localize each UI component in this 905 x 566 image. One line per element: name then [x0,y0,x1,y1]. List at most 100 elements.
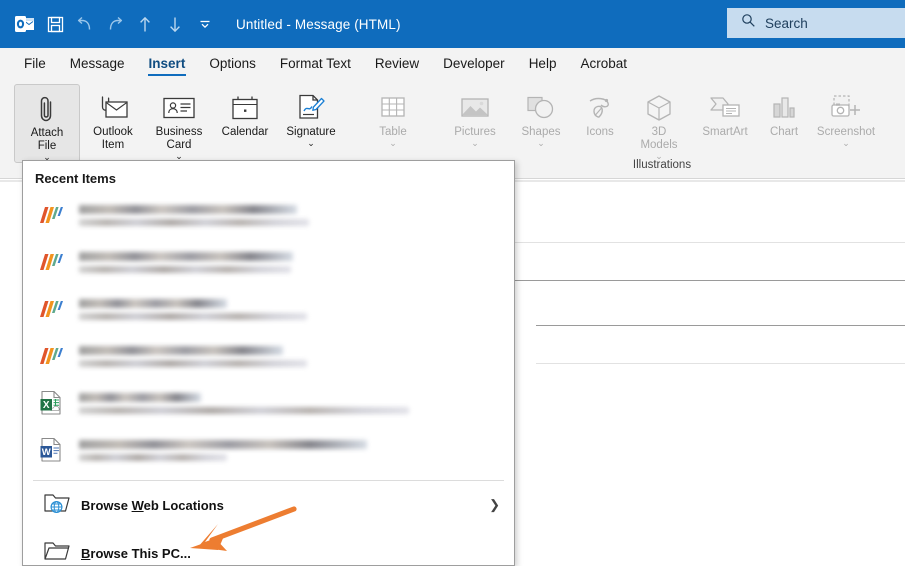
tab-review[interactable]: Review [363,48,431,79]
recent-item-name-redacted [79,205,297,214]
chart-icon [771,90,797,126]
title-bar: Untitled - Message (HTML) Search [0,0,905,48]
smartsheet-icon [39,298,79,322]
tab-format-text[interactable]: Format Text [268,48,363,79]
tab-help[interactable]: Help [517,48,569,79]
excel-file-icon: X [39,390,79,417]
attach-file-label: Attach File [30,127,64,152]
recent-item-path-redacted [79,266,291,273]
tab-developer[interactable]: Developer [431,48,517,79]
search-input[interactable]: Search [727,8,905,38]
previous-item-icon[interactable] [130,9,160,39]
attach-outlook-item-icon [96,90,130,126]
window-title: Untitled - Message (HTML) [236,16,401,32]
screenshot-icon [830,90,862,126]
icons-button[interactable]: Icons [574,84,626,156]
smartsheet-icon [39,204,79,228]
attach-file-dropdown-menu: Recent Items X W Browse Web Locations ❯ … [22,160,515,566]
tab-acrobat[interactable]: Acrobat [568,48,639,79]
table-icon [380,90,406,126]
search-placeholder-text: Search [765,15,808,31]
recent-item-texts [79,393,409,414]
recent-item[interactable]: W [23,427,514,474]
table-button[interactable]: Table ⌄ [360,84,426,156]
screenshot-button[interactable]: Screenshot ⌄ [810,84,882,156]
3d-models-button[interactable]: 3D Models ⌄ [626,84,692,161]
chart-button[interactable]: Chart [758,84,810,156]
save-icon[interactable] [40,9,70,39]
word-file-icon: W [39,437,79,464]
recent-item-name-redacted [79,393,201,402]
recent-item-texts [79,252,293,273]
next-item-icon[interactable] [160,9,190,39]
icons-icon [586,90,614,126]
redo-icon[interactable] [100,9,130,39]
chart-label: Chart [769,126,799,138]
chevron-down-icon[interactable]: ⌄ [389,139,397,148]
tab-insert[interactable]: Insert [137,48,198,79]
business-card-button[interactable]: Business Card ⌄ [146,84,212,161]
3d-models-icon [645,90,673,126]
chevron-right-icon[interactable]: ❯ [489,497,500,513]
ribbon-tab-strip: File Message Insert Options Format Text … [0,48,905,79]
recent-item-path-redacted [79,454,227,461]
smartart-button[interactable]: SmartArt [692,84,758,156]
from-field-divider [515,242,905,243]
tab-file[interactable]: File [12,48,58,79]
recent-item[interactable] [23,192,514,239]
svg-text:W: W [42,447,51,458]
smartart-label: SmartArt [702,126,748,138]
recent-item-texts [79,299,307,320]
recent-item[interactable] [23,239,514,286]
link-button[interactable]: Link ⌄ [898,84,905,156]
chevron-down-icon[interactable]: ⌄ [537,139,545,148]
ribbon-group-links: Link ⌄ Bookmark Li [898,79,905,178]
recent-item-path-redacted [79,313,307,320]
recent-item[interactable] [23,286,514,333]
recent-item-path-redacted [79,219,309,226]
chevron-down-icon[interactable]: ⌄ [471,139,479,148]
pictures-button[interactable]: Pictures ⌄ [442,84,508,156]
shapes-button[interactable]: Shapes ⌄ [508,84,574,156]
attach-file-button[interactable]: Attach File ⌄ [14,84,80,163]
browse-web-locations-label: Browse Web Locations [81,497,224,513]
outlook-icon[interactable] [10,9,40,39]
recent-item-name-redacted [79,346,283,355]
to-field-divider [515,280,905,281]
chevron-down-icon[interactable]: ⌄ [307,139,315,148]
quick-access-toolbar [0,9,220,39]
recent-item[interactable] [23,333,514,380]
search-icon [741,13,756,33]
business-card-label: Business Card [155,126,203,151]
undo-icon[interactable] [70,9,100,39]
signature-icon [296,90,326,126]
browse-web-locations-folder-icon [43,491,81,520]
browse-this-pc-label: Browse This PC... [81,545,191,561]
tab-options[interactable]: Options [197,48,268,79]
business-card-icon [163,90,195,126]
calendar-button[interactable]: Calendar [212,84,278,156]
recent-item[interactable]: X [23,380,514,427]
browse-this-pc-menu-item[interactable]: Browse This PC... [23,529,514,566]
recent-item-texts [79,205,309,226]
cc-field-divider [536,325,905,326]
icons-label: Icons [586,126,614,138]
chevron-down-icon[interactable]: ⌄ [842,139,850,148]
recent-item-path-redacted [79,407,409,414]
ribbon-group-label-links: Links [898,157,905,177]
recent-item-texts [79,440,367,461]
recent-item-path-redacted [79,360,307,367]
browse-this-pc-folder-icon [43,539,81,566]
smartart-icon [709,90,741,126]
customize-quick-access-toolbar-icon[interactable] [190,9,220,39]
recent-item-name-redacted [79,299,227,308]
signature-button[interactable]: Signature ⌄ [278,84,344,156]
3d-models-label: 3D Models [640,126,678,151]
outlook-item-button[interactable]: Outlook Item [80,84,146,156]
smartsheet-icon [39,251,79,275]
svg-text:X: X [43,400,50,411]
calendar-icon [231,90,259,126]
browse-web-locations-menu-item[interactable]: Browse Web Locations ❯ [23,481,514,529]
tab-message[interactable]: Message [58,48,137,79]
pictures-icon [460,90,490,126]
